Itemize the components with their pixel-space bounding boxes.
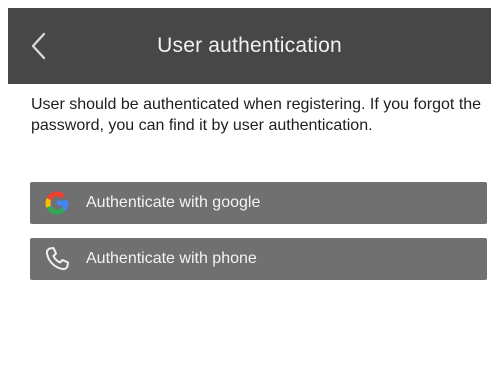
authenticate-phone-button[interactable]: Authenticate with phone (30, 238, 487, 280)
app-header: User authentication (8, 8, 491, 84)
authenticate-google-button[interactable]: Authenticate with google (30, 182, 487, 224)
phone-icon (43, 245, 71, 273)
page-title: User authentication (157, 34, 342, 57)
google-icon (43, 189, 71, 217)
intro-text: User should be authenticated when regist… (31, 96, 482, 134)
authenticate-google-label: Authenticate with google (86, 194, 261, 211)
authenticate-phone-label: Authenticate with phone (86, 250, 257, 267)
